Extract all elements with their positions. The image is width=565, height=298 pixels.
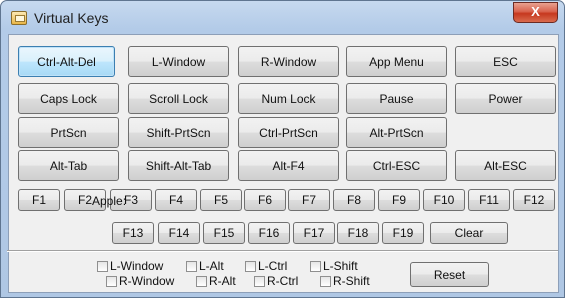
num-lock-button[interactable]: Num Lock: [238, 83, 339, 114]
window-title: Virtual Keys: [34, 10, 109, 26]
reset-button[interactable]: Reset: [410, 262, 489, 287]
alt-prtscn-button[interactable]: Alt-PrtScn: [346, 117, 447, 148]
shift-prtscn-button[interactable]: Shift-PrtScn: [128, 117, 229, 148]
l-ctrl-label: L-Ctrl: [258, 259, 288, 273]
l-window-button[interactable]: L-Window: [128, 46, 229, 77]
f17-button[interactable]: F17: [293, 222, 335, 244]
app-menu-button[interactable]: App Menu: [346, 46, 447, 77]
f9-button[interactable]: F9: [378, 189, 420, 211]
power-button[interactable]: Power: [455, 83, 556, 114]
shift-alt-tab-button[interactable]: Shift-Alt-Tab: [128, 150, 229, 181]
f6-button[interactable]: F6: [244, 189, 286, 211]
l-alt-checkbox[interactable]: L-Alt: [186, 259, 224, 273]
f14-button[interactable]: F14: [158, 222, 200, 244]
f16-button[interactable]: F16: [248, 222, 290, 244]
f7-button[interactable]: F7: [288, 189, 330, 211]
checkbox-box[interactable]: [320, 275, 331, 287]
title-bar: Virtual Keys X: [1, 1, 564, 35]
pause-button[interactable]: Pause: [346, 83, 447, 114]
f5-button[interactable]: F5: [200, 189, 242, 211]
separator: [7, 250, 558, 252]
keyboard-app-icon: [11, 11, 27, 25]
f8-button[interactable]: F8: [333, 189, 375, 211]
ctrl-prtscn-button[interactable]: Ctrl-PrtScn: [238, 117, 339, 148]
checkbox-box[interactable]: [254, 275, 265, 287]
r-alt-checkbox[interactable]: R-Alt: [196, 274, 236, 288]
f10-button[interactable]: F10: [423, 189, 465, 211]
r-window-label: R-Window: [119, 274, 175, 288]
close-button[interactable]: X: [513, 2, 558, 23]
checkbox-box[interactable]: [106, 275, 117, 287]
checkbox-box[interactable]: [186, 260, 197, 272]
f4-button[interactable]: F4: [155, 189, 197, 211]
r-shift-checkbox[interactable]: R-Shift: [320, 274, 370, 288]
checkbox-box[interactable]: [245, 260, 256, 272]
l-shift-checkbox[interactable]: L-Shift: [310, 259, 358, 273]
f1-button[interactable]: F1: [18, 189, 60, 211]
checkbox-box[interactable]: [196, 275, 207, 287]
caps-lock-button[interactable]: Caps Lock: [18, 83, 119, 114]
f13-button[interactable]: F13: [112, 222, 154, 244]
l-ctrl-checkbox[interactable]: L-Ctrl: [245, 259, 287, 273]
l-shift-label: L-Shift: [323, 259, 358, 273]
clear-button[interactable]: Clear: [430, 222, 508, 244]
alt-f4-button[interactable]: Alt-F4: [238, 150, 339, 181]
l-alt-label: L-Alt: [199, 259, 224, 273]
r-window-button[interactable]: R-Window: [238, 46, 339, 77]
l-window-checkbox[interactable]: L-Window: [97, 259, 163, 273]
r-ctrl-checkbox[interactable]: R-Ctrl: [254, 274, 298, 288]
alt-tab-button[interactable]: Alt-Tab: [18, 150, 119, 181]
r-ctrl-label: R-Ctrl: [267, 274, 299, 288]
prtscn-button[interactable]: PrtScn: [18, 117, 119, 148]
scroll-lock-button[interactable]: Scroll Lock: [128, 83, 229, 114]
l-window-label: L-Window: [110, 259, 164, 273]
apple-label: Apple:: [92, 194, 127, 208]
alt-esc-button[interactable]: Alt-ESC: [455, 150, 556, 181]
f12-button[interactable]: F12: [513, 189, 555, 211]
esc-button[interactable]: ESC: [455, 46, 556, 77]
f15-button[interactable]: F15: [203, 222, 245, 244]
r-window-checkbox[interactable]: R-Window: [106, 274, 174, 288]
ctrl-alt-del-button[interactable]: Ctrl-Alt-Del: [18, 46, 115, 77]
ctrl-esc-button[interactable]: Ctrl-ESC: [346, 150, 447, 181]
r-alt-label: R-Alt: [209, 274, 236, 288]
f11-button[interactable]: F11: [468, 189, 510, 211]
virtual-keys-window: Virtual Keys X: [0, 0, 565, 298]
checkbox-box[interactable]: [97, 260, 108, 272]
r-shift-label: R-Shift: [333, 274, 370, 288]
f18-button[interactable]: F18: [337, 222, 379, 244]
checkbox-box[interactable]: [310, 260, 321, 272]
f19-button[interactable]: F19: [382, 222, 424, 244]
